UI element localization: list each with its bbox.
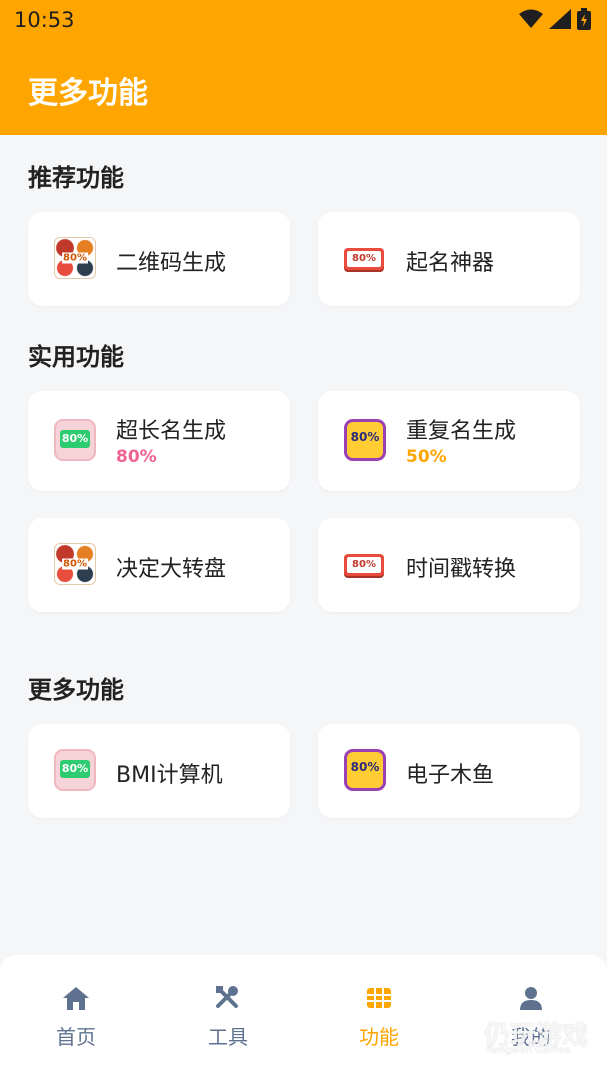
tab-tools[interactable]: 工具 (178, 985, 278, 1050)
feature-label: BMI计算机 (116, 763, 223, 788)
page-header: 更多功能 (0, 40, 607, 135)
feature-card-bmi[interactable]: 80% BMI计算机 (28, 724, 290, 818)
feature-card-long-name[interactable]: 80% 超长名生成 80% (28, 391, 290, 491)
feature-label: 电子木鱼 (406, 763, 495, 788)
purple-thumbnail-icon: 80% (344, 419, 388, 463)
feature-card-wooden-fish[interactable]: 80% 电子木鱼 (318, 724, 580, 818)
status-bar: 10:53 (0, 0, 607, 40)
section-title-more: 更多功能 (28, 676, 124, 704)
tools-icon (216, 986, 238, 1008)
green-thumbnail-icon: 80% (54, 419, 98, 463)
ribbon-thumbnail-icon: 80% (344, 543, 388, 587)
page-title: 更多功能 (28, 76, 148, 111)
green-thumbnail-icon: 80% (54, 749, 98, 793)
feature-card-decision-wheel[interactable]: 80% 决定大转盘 (28, 518, 290, 612)
feature-percent: 50% (406, 447, 447, 467)
section-title-practical: 实用功能 (28, 343, 124, 371)
ribbon-thumbnail-icon: 80% (344, 237, 388, 281)
feature-percent: 80% (116, 447, 157, 467)
tab-label: 功能 (359, 1025, 399, 1049)
signal-icon (549, 9, 571, 29)
watermark: 仍玩游戏 Rengwan Games (430, 1015, 600, 1060)
feature-card-timestamp-convert[interactable]: 80% 时间戳转换 (318, 518, 580, 612)
status-time: 10:53 (14, 8, 75, 32)
battery-icon (577, 8, 591, 30)
feature-label: 时间戳转换 (406, 557, 517, 582)
feature-label: 起名神器 (406, 251, 495, 276)
feature-label: 二维码生成 (116, 251, 227, 276)
feature-label: 决定大转盘 (116, 557, 227, 582)
feature-card-name-generator[interactable]: 80% 起名神器 (318, 212, 580, 306)
feature-card-qr-generate[interactable]: 80% 二维码生成 (28, 212, 290, 306)
person-icon (520, 987, 542, 1010)
wifi-icon (519, 9, 543, 28)
status-icons (519, 8, 591, 30)
feature-label: 重复名生成 (406, 419, 517, 444)
feature-card-duplicate-name[interactable]: 80% 重复名生成 50% (318, 391, 580, 491)
qr-thumbnail-icon: 80% (54, 543, 98, 587)
tab-features[interactable]: 功能 (329, 985, 429, 1050)
tab-label: 工具 (208, 1025, 248, 1049)
watermark-logo-icon (430, 1015, 474, 1059)
home-icon (63, 987, 89, 1010)
grid-icon (367, 988, 391, 1008)
tab-label: 首页 (56, 1025, 96, 1049)
watermark-subtext: Rengwan Games (486, 1045, 571, 1056)
qr-thumbnail-icon: 80% (54, 237, 98, 281)
purple-thumbnail-icon: 80% (344, 749, 388, 793)
tab-home[interactable]: 首页 (26, 985, 126, 1050)
section-title-recommended: 推荐功能 (28, 164, 124, 192)
feature-label: 超长名生成 (116, 419, 227, 444)
